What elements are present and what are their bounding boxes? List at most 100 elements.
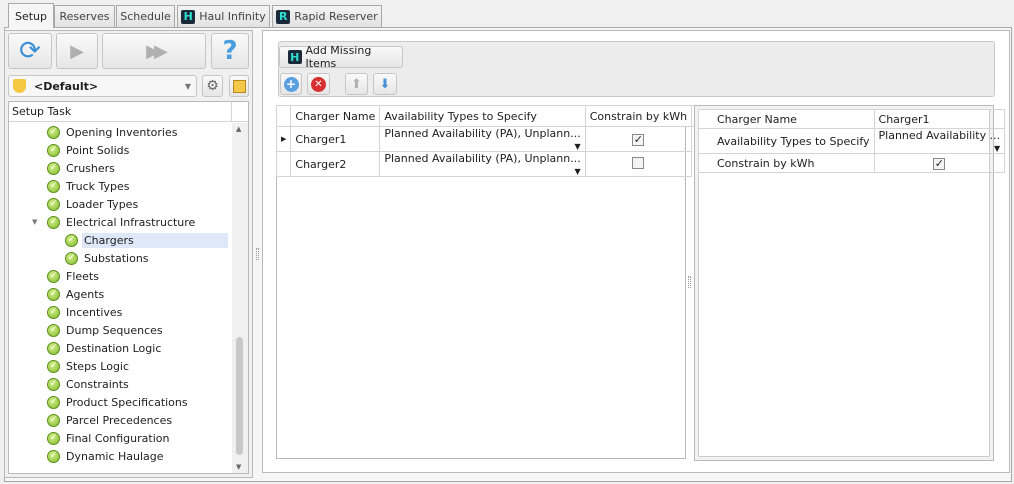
property-value-text: Charger1 <box>878 112 930 126</box>
check-icon: ✓ <box>47 287 60 301</box>
tab-reserves[interactable]: Reserves <box>54 5 115 27</box>
refresh-button[interactable]: ⟳ <box>8 33 52 69</box>
run-button[interactable]: ▶ <box>56 33 98 69</box>
tree-item[interactable]: ✓ Final Configuration <box>9 429 231 447</box>
tree-item[interactable]: ✓ Agents <box>9 285 231 303</box>
tab-haul-infinity[interactable]: H Haul Infinity <box>177 5 270 27</box>
tree-item[interactable]: ✓ Opening Inventories <box>9 123 231 141</box>
tree-item[interactable]: ✓ Point Solids <box>9 141 231 159</box>
settings-button[interactable]: ⚙ <box>202 75 223 97</box>
check-icon: ✓ <box>47 269 60 283</box>
tree-item-label: Chargers <box>82 232 228 248</box>
splitter-handle-2[interactable] <box>688 276 691 288</box>
tree-item[interactable]: ✓ Steps Logic <box>9 357 231 375</box>
tree-item[interactable]: ✓ Crushers <box>9 159 231 177</box>
column-header[interactable]: Availability Types to Specify <box>379 105 586 127</box>
property-row[interactable]: Availability Types to Specify Planned Ava… <box>698 128 1006 154</box>
tree-item-label: Dynamic Haulage <box>66 449 164 463</box>
property-value[interactable]: Planned Availability ... ▼ <box>873 128 1006 154</box>
add-button[interactable]: + <box>280 73 302 95</box>
add-missing-items-label: Add Missing Items <box>305 44 372 70</box>
tree-scrollbar[interactable]: ▲ ▼ <box>232 123 248 473</box>
tree-item-label: Final Configuration <box>66 431 170 445</box>
tree-item[interactable]: ✓ Chargers <box>9 231 231 249</box>
property-grid: Charger Name Charger1 Availability Types t… <box>694 105 1006 461</box>
tab-schedule[interactable]: Schedule <box>116 5 175 27</box>
column-header[interactable]: Charger Name <box>290 105 381 127</box>
property-row[interactable]: Constrain by kWh ✓ <box>698 153 1006 173</box>
expand-arrow-icon[interactable]: ▼ <box>32 218 37 226</box>
scroll-thumb[interactable] <box>236 337 243 455</box>
charger-name-cell[interactable]: Charger1 <box>290 126 381 152</box>
property-row[interactable]: Charger Name Charger1 <box>698 109 1006 129</box>
chevron-down-icon: ▼ <box>184 81 191 91</box>
row-indicator <box>275 151 292 177</box>
availability-types-cell[interactable]: Planned Availability (PA), Unplann... ▼ <box>379 151 586 177</box>
plus-icon: + <box>283 76 299 92</box>
tree-item[interactable]: ✓ Product Specifications <box>9 393 231 411</box>
check-icon: ✓ <box>47 449 60 463</box>
constrain-kwh-cell[interactable]: ✓ <box>584 126 693 152</box>
fast-forward-icon: ▶▶ <box>146 40 168 62</box>
tree-item-label: Constraints <box>66 377 129 391</box>
tab-setup[interactable]: Setup <box>8 3 54 28</box>
availability-types-value: Planned Availability (PA), Unplann... <box>384 152 581 166</box>
splitter-handle[interactable] <box>256 248 259 260</box>
check-icon: ✓ <box>47 143 60 157</box>
arrow-up-icon: ⬆ <box>351 76 362 92</box>
property-value[interactable]: Charger1 <box>873 109 1006 129</box>
availability-types-cell[interactable]: Planned Availability (PA), Unplann... ▼ <box>379 126 586 152</box>
delete-button[interactable]: ✕ <box>307 73 330 95</box>
tree-item[interactable]: ✓ Parcel Precedences <box>9 411 231 429</box>
tree-item[interactable]: ✓ Substations <box>9 249 231 267</box>
table-row[interactable]: Charger2 Planned Availability (PA), Unpla… <box>275 151 701 177</box>
move-down-button[interactable]: ⬇ <box>373 73 397 95</box>
tree-item-label: Dump Sequences <box>66 323 163 337</box>
add-missing-items-button[interactable]: H Add Missing Items <box>279 44 403 70</box>
check-icon: ✓ <box>47 395 60 409</box>
check-icon: ✓ <box>47 377 60 391</box>
tab-label: Rapid Reserver <box>294 10 378 23</box>
tree-item[interactable]: ✓ Dynamic Haulage <box>9 447 231 465</box>
tree-item[interactable]: ✓ Dump Sequences <box>9 321 231 339</box>
tree-item[interactable]: ✓ Truck Types <box>9 177 231 195</box>
checkbox[interactable]: ✓ <box>632 133 645 146</box>
tree-item-label: Parcel Precedences <box>66 413 173 427</box>
checkbox[interactable] <box>632 156 645 169</box>
tab-label: Schedule <box>120 10 171 23</box>
check-icon: ✓ <box>47 341 60 355</box>
tree-item[interactable]: ✓ Fleets <box>9 267 231 285</box>
run-all-button[interactable]: ▶▶ <box>102 33 206 69</box>
profile-select[interactable]: <Default> ▼ <box>8 75 197 97</box>
gear-icon: ⚙ <box>206 78 219 94</box>
tab-label: Setup <box>14 9 48 23</box>
property-value-text: Planned Availability ... <box>878 129 1001 143</box>
tree-item-label: Steps Logic <box>66 359 130 373</box>
tree-item[interactable]: ✓ Constraints <box>9 375 231 393</box>
property-label: Charger Name <box>698 109 875 129</box>
dropdown-arrow-icon[interactable]: ▼ <box>994 144 1000 153</box>
check-icon: ✓ <box>47 305 60 319</box>
charger-name-cell[interactable]: Charger2 <box>290 151 381 177</box>
check-icon: ✓ <box>47 125 60 139</box>
tree-item-label: Incentives <box>66 305 123 319</box>
move-up-button[interactable]: ⬆ <box>345 73 368 95</box>
property-value[interactable]: ✓ <box>873 153 1006 173</box>
tree-item[interactable]: ✓ Destination Logic <box>9 339 231 357</box>
note-button[interactable] <box>229 75 249 97</box>
property-label: Constrain by kWh <box>698 153 875 173</box>
tree-item[interactable]: ✓ Loader Types <box>9 195 231 213</box>
delete-icon: ✕ <box>311 76 326 92</box>
constrain-kwh-cell[interactable] <box>584 151 693 177</box>
checkbox[interactable]: ✓ <box>933 157 946 170</box>
tab-rapid-reserver[interactable]: R Rapid Reserver <box>272 5 382 27</box>
tree-item[interactable]: ✓ Incentives <box>9 303 231 321</box>
table-row[interactable]: ▶ Charger1 Planned Availability (PA), Unpl… <box>275 126 701 152</box>
dropdown-arrow-icon[interactable]: ▼ <box>575 167 581 176</box>
dropdown-arrow-icon[interactable]: ▼ <box>575 142 581 151</box>
check-icon: ✓ <box>47 431 60 445</box>
tree-item-label: Substations <box>84 251 149 265</box>
help-button[interactable]: ? <box>211 33 249 69</box>
tree-item[interactable]: ▼ ✓ Electrical Infrastructure <box>9 213 231 231</box>
column-header[interactable]: Constrain by kWh <box>584 105 693 127</box>
